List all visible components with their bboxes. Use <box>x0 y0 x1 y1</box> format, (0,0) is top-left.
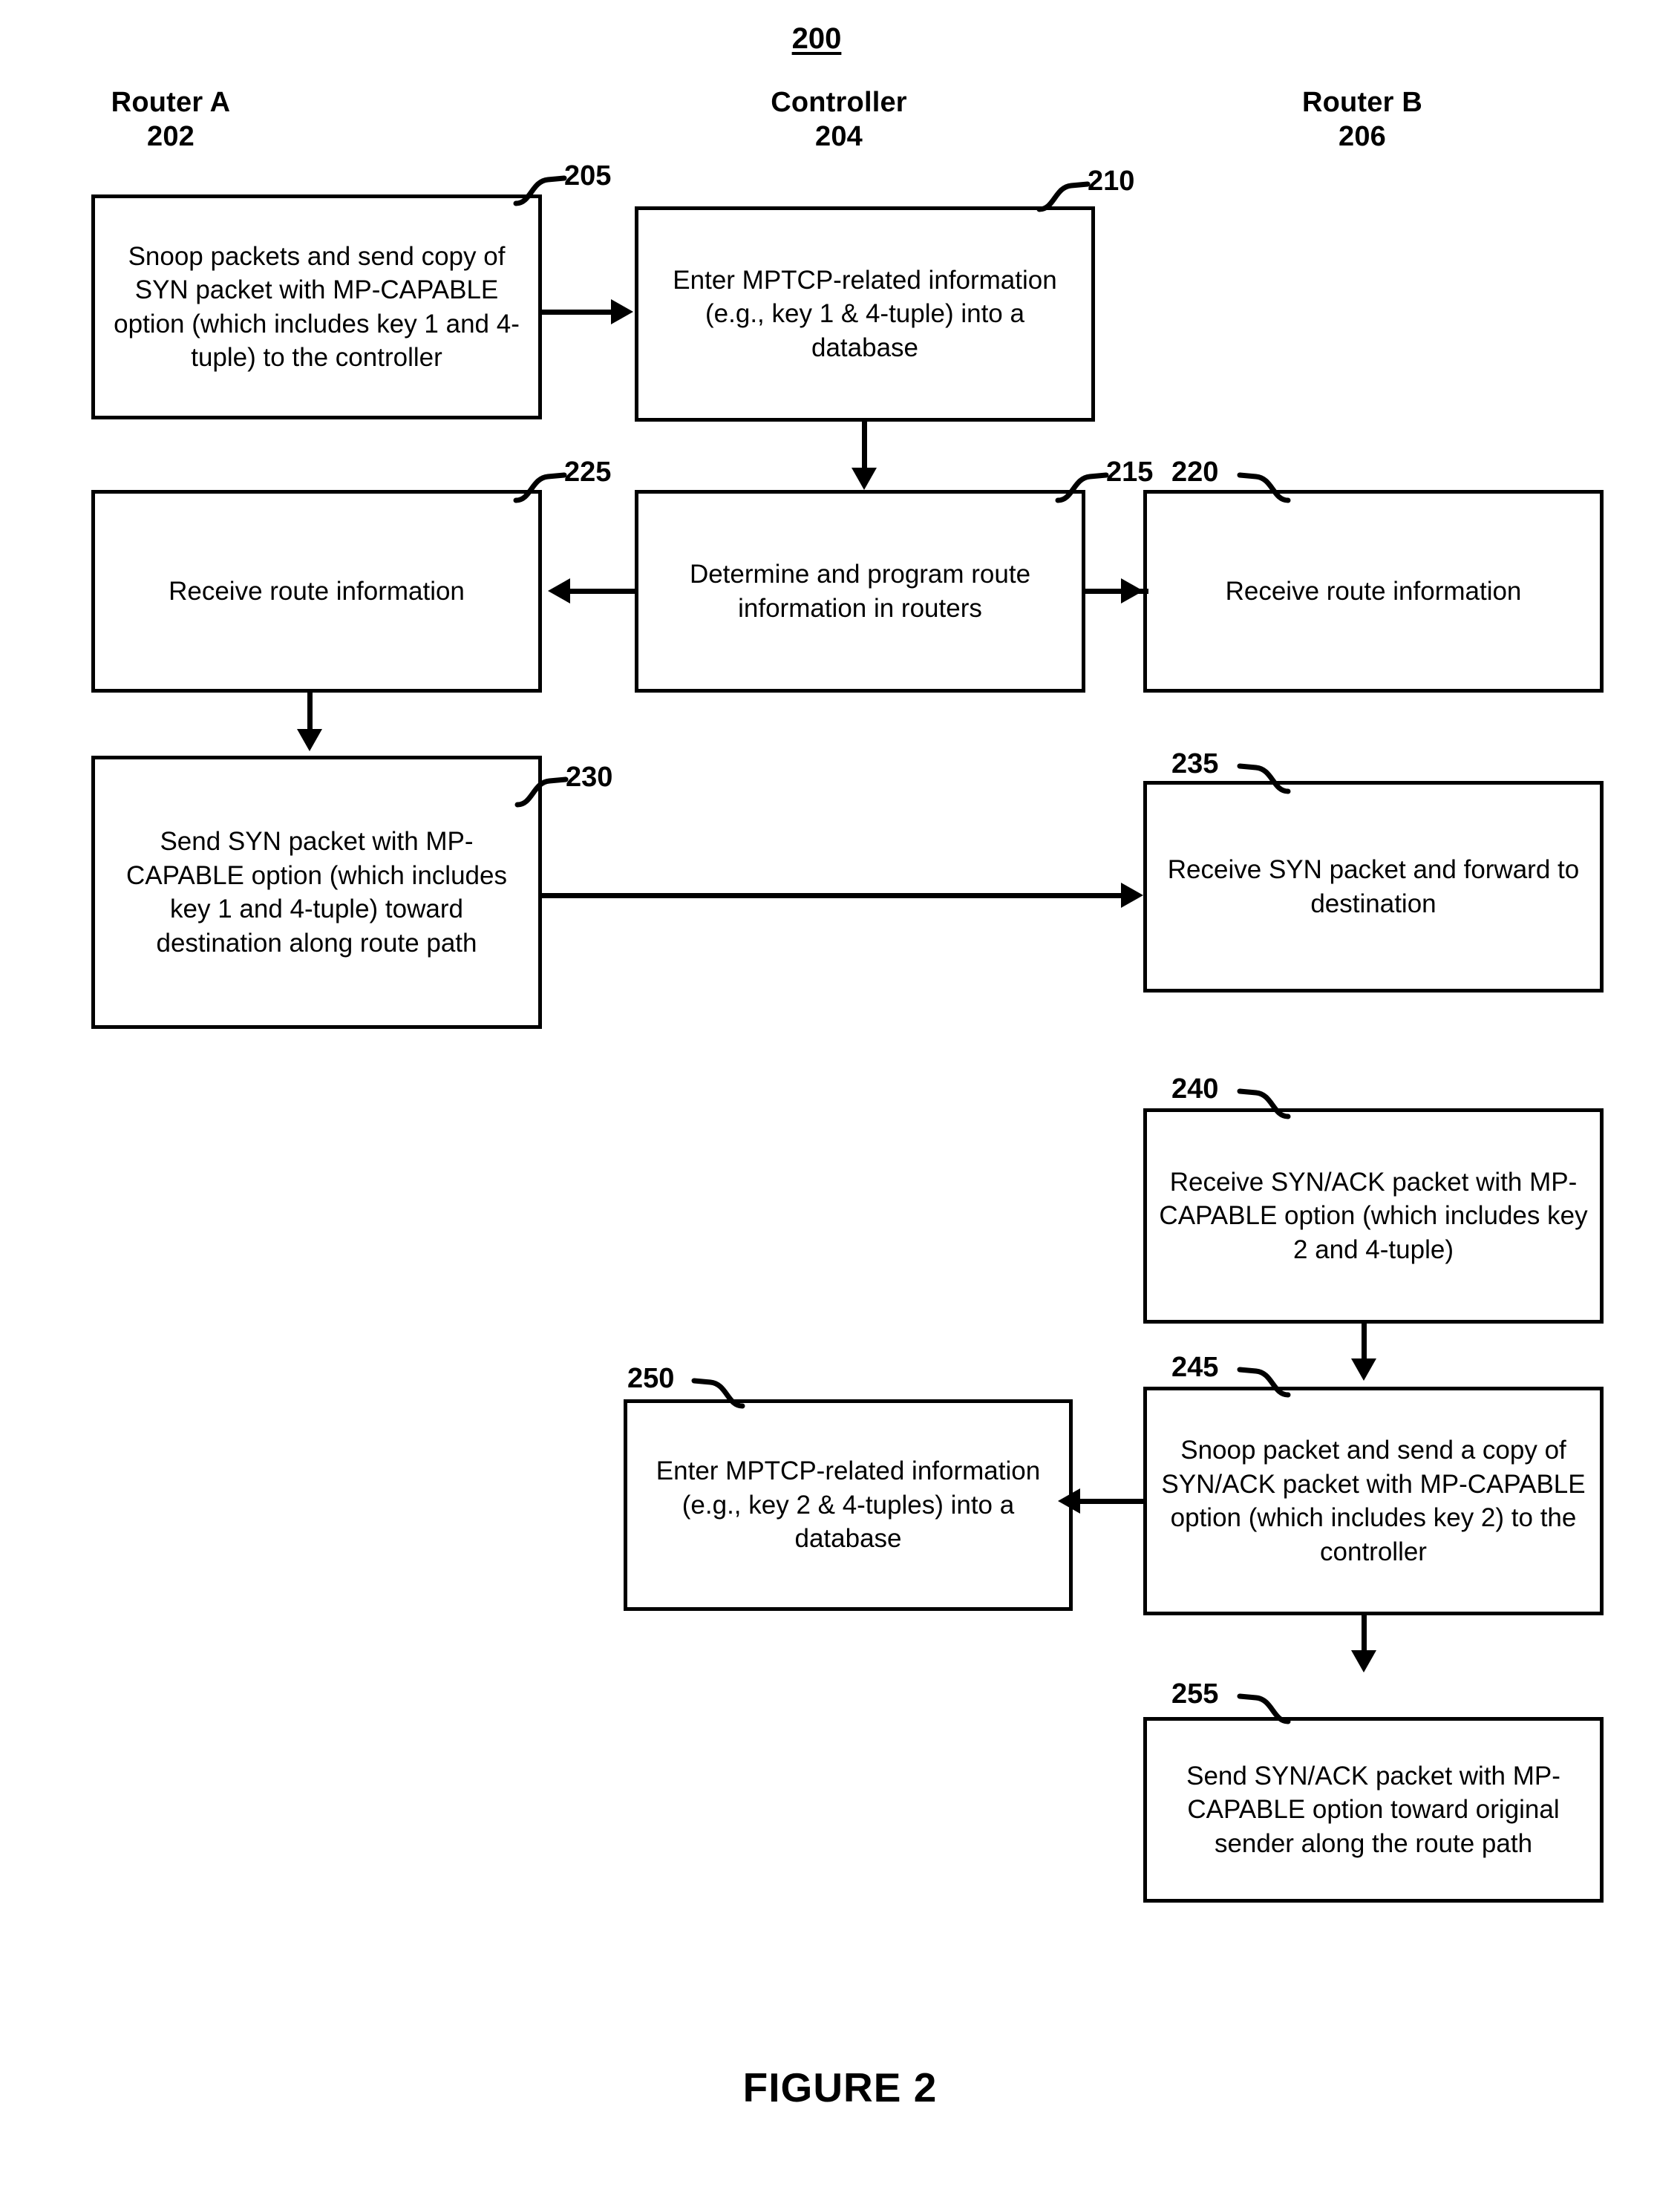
reference-numeral-240: 240 <box>1171 1073 1219 1105</box>
reference-numeral-245: 245 <box>1171 1352 1219 1383</box>
process-box-220: Receive route information <box>1143 490 1604 693</box>
process-box-240-text: Receive SYN/ACK packet with MP-CAPABLE o… <box>1159 1167 1588 1264</box>
process-box-235: Receive SYN packet and forward to destin… <box>1143 781 1604 993</box>
connector-245-to-250 <box>1080 1499 1147 1504</box>
connector-225-to-230 <box>307 693 313 733</box>
column-header-router-b-number: 206 <box>1338 121 1386 153</box>
reference-numeral-205: 205 <box>564 160 612 192</box>
connector-240-to-245 <box>1362 1324 1367 1362</box>
process-box-230: Send SYN packet with MP-CAPABLE option (… <box>91 756 542 1029</box>
reference-numeral-220: 220 <box>1171 457 1219 488</box>
column-header-router-b: Router B 206 <box>1214 85 1511 154</box>
arrowhead-245-to-255 <box>1351 1650 1376 1672</box>
process-box-245: Snoop packet and send a copy of SYN/ACK … <box>1143 1387 1604 1615</box>
process-box-250: Enter MPTCP-related information (e.g., k… <box>624 1399 1073 1611</box>
arrowhead-210-to-215 <box>852 468 877 490</box>
process-box-240: Receive SYN/ACK packet with MP-CAPABLE o… <box>1143 1108 1604 1324</box>
process-box-210: Enter MPTCP-related information (e.g., k… <box>635 206 1095 422</box>
connector-245-to-255 <box>1362 1615 1367 1654</box>
arrowhead-215-to-220 <box>1121 578 1143 604</box>
arrowhead-240-to-245 <box>1351 1358 1376 1381</box>
column-header-controller-number: 204 <box>814 121 863 153</box>
process-box-245-text: Snoop packet and send a copy of SYN/ACK … <box>1161 1436 1586 1566</box>
arrowhead-245-to-250 <box>1058 1488 1080 1514</box>
column-header-controller-name: Controller <box>771 87 907 118</box>
figure-caption: FIGURE 2 <box>742 2064 938 2110</box>
process-box-255-text: Send SYN/ACK packet with MP-CAPABLE opti… <box>1186 1761 1560 1858</box>
column-header-router-a-number: 202 <box>146 121 195 153</box>
process-box-220-text: Receive route information <box>1225 576 1522 606</box>
column-header-router-a-name: Router A <box>111 87 231 118</box>
process-box-215-text: Determine and program route information … <box>689 560 1031 623</box>
reference-numeral-255: 255 <box>1171 1678 1219 1710</box>
reference-numeral-215: 215 <box>1106 457 1154 488</box>
arrowhead-230-to-235 <box>1121 883 1143 908</box>
reference-numeral-250: 250 <box>627 1363 675 1394</box>
arrowhead-205-to-210 <box>611 299 633 324</box>
connector-210-to-215 <box>862 422 867 474</box>
reference-numeral-230: 230 <box>566 762 613 793</box>
process-box-215: Determine and program route information … <box>635 490 1085 693</box>
process-box-235-text: Receive SYN packet and forward to destin… <box>1167 855 1580 918</box>
process-box-225-text: Receive route information <box>169 576 465 606</box>
arrowhead-215-to-225 <box>548 578 570 604</box>
column-header-router-b-name: Router B <box>1301 87 1423 118</box>
column-header-router-a: Router A 202 <box>22 85 319 154</box>
figure-number: 200 <box>791 22 842 55</box>
connector-205-to-210 <box>542 310 612 315</box>
arrowhead-225-to-230 <box>297 729 322 751</box>
process-box-230-text: Send SYN packet with MP-CAPABLE option (… <box>126 827 507 958</box>
patent-figure: 200 Router A 202 Controller 204 Router B… <box>0 0 1680 2204</box>
process-box-205-text: Snoop packets and send copy of SYN packe… <box>114 241 520 373</box>
process-box-205: Snoop packets and send copy of SYN packe… <box>91 194 542 419</box>
process-box-225: Receive route information <box>91 490 542 693</box>
column-header-controller: Controller 204 <box>690 85 987 154</box>
reference-numeral-235: 235 <box>1171 748 1219 779</box>
process-box-210-text: Enter MPTCP-related information (e.g., k… <box>673 265 1057 362</box>
process-box-250-text: Enter MPTCP-related information (e.g., k… <box>656 1456 1041 1554</box>
connector-230-to-235 <box>542 893 1136 898</box>
process-box-255: Send SYN/ACK packet with MP-CAPABLE opti… <box>1143 1717 1604 1903</box>
reference-numeral-225: 225 <box>564 457 612 488</box>
connector-215-to-225 <box>570 589 637 594</box>
reference-numeral-210: 210 <box>1088 166 1135 197</box>
